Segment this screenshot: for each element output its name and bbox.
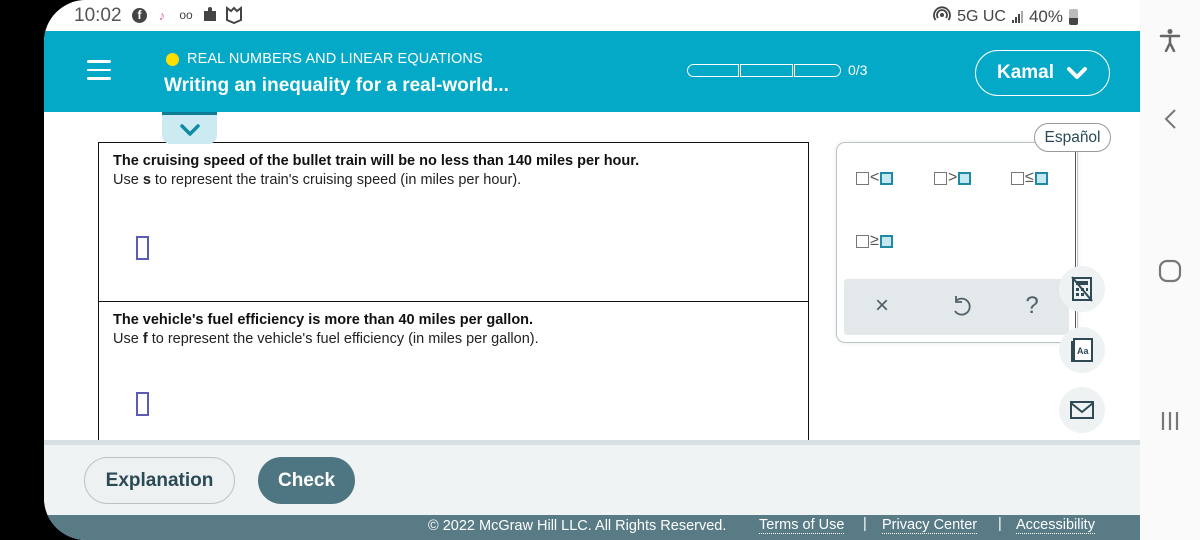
tiktok-icon: ♪ — [158, 7, 166, 23]
back-icon[interactable] — [1154, 103, 1186, 135]
recent-apps-icon[interactable] — [1154, 405, 1186, 437]
mail-icon — [1070, 401, 1094, 419]
privacy-center-link[interactable]: Privacy Center — [882, 517, 978, 534]
dictionary-button[interactable]: Aa — [1059, 327, 1105, 373]
clear-icon[interactable]: × — [866, 290, 898, 322]
check-button[interactable]: Check — [258, 457, 355, 504]
app-window: 10:02 f ♪ oo 5G UC 40% REAL NUMBERS AND … — [44, 0, 1140, 540]
hamburger-menu-icon[interactable] — [87, 60, 111, 80]
topic-label: REAL NUMBERS AND LINEAR EQUATIONS — [166, 51, 483, 67]
android-nav-bar — [1140, 0, 1200, 540]
progress-count: 0/3 — [848, 62, 868, 78]
footer-separator: | — [998, 516, 1002, 532]
calculator-icon — [1071, 276, 1093, 302]
keypad-action-bar: × ? — [844, 279, 1069, 335]
chevron-down-icon — [179, 123, 200, 136]
system-status: 5G UC 40% — [933, 5, 1078, 28]
puzzle-icon — [201, 6, 219, 24]
key-greater-than[interactable]: > — [934, 169, 972, 187]
notification-icons: f ♪ oo — [132, 6, 243, 24]
variable-name: s — [142, 172, 151, 188]
accessibility-link[interactable]: Accessibility — [1016, 517, 1095, 534]
key-operator: < — [870, 169, 880, 186]
user-name: Kamal — [996, 62, 1055, 83]
chevron-down-icon — [1067, 67, 1088, 79]
shield-m-icon — [225, 6, 243, 24]
progress-segment — [794, 63, 841, 77]
signal-icon — [1011, 10, 1023, 23]
key-operator: > — [948, 169, 958, 186]
problem-hint: Use f to represent the vehicle's fuel ef… — [113, 331, 539, 347]
copyright-text: © 2022 McGraw Hill LLC. All Rights Reser… — [428, 518, 727, 534]
status-bar: 10:02 f ♪ oo 5G UC 40% — [44, 0, 1140, 31]
dictionary-icon: Aa — [1071, 338, 1093, 362]
topic-status-dot — [166, 52, 179, 66]
header: REAL NUMBERS AND LINEAR EQUATIONS Writin… — [44, 31, 1140, 112]
footer-separator: | — [863, 516, 867, 532]
terms-of-use-link[interactable]: Terms of Use — [759, 517, 845, 534]
user-menu-button[interactable]: Kamal — [975, 50, 1110, 96]
collapse-header-button[interactable] — [162, 112, 217, 144]
accessibility-icon[interactable] — [1154, 24, 1186, 56]
explanation-button[interactable]: Explanation — [84, 457, 235, 504]
answer-input[interactable] — [136, 236, 149, 260]
problem-hint: Use s to represent the train's cruising … — [113, 172, 521, 188]
math-keypad: < > ≤ ≥ × ? — [836, 142, 1078, 343]
lesson-title: Writing an inequality for a real-world..… — [164, 75, 509, 96]
svg-text:Aa: Aa — [1077, 346, 1089, 356]
hotspot-icon — [933, 5, 951, 28]
topic-text: REAL NUMBERS AND LINEAR EQUATIONS — [187, 51, 483, 67]
answer-input[interactable] — [136, 392, 149, 416]
voicemail-icon: oo — [179, 8, 193, 22]
key-operator: ≤ — [1025, 169, 1034, 186]
hint-prefix: Use — [113, 331, 143, 347]
key-operator: ≥ — [870, 232, 879, 249]
phone-screen: 10:02 f ♪ oo 5G UC 40% REAL NUMBERS AND … — [0, 0, 1200, 540]
problem-card: The cruising speed of the bullet train w… — [98, 142, 809, 303]
language-toggle-button[interactable]: Español — [1034, 123, 1111, 152]
calculator-button[interactable] — [1059, 266, 1105, 312]
problem-statement: The vehicle's fuel efficiency is more th… — [113, 312, 534, 328]
action-bar: Explanation Check — [44, 445, 1140, 515]
facebook-icon: f — [132, 7, 147, 23]
hint-suffix: to represent the vehicle's fuel efficien… — [147, 331, 539, 347]
clock: 10:02 — [74, 5, 122, 26]
battery-level: 40% — [1028, 6, 1063, 26]
key-less-or-equal[interactable]: ≤ — [1011, 169, 1048, 187]
footer: © 2022 McGraw Hill LLC. All Rights Reser… — [44, 515, 1140, 540]
key-greater-or-equal[interactable]: ≥ — [856, 232, 893, 250]
hint-prefix: Use — [113, 172, 143, 188]
key-less-than[interactable]: < — [856, 169, 894, 187]
mail-button[interactable] — [1059, 387, 1105, 433]
hint-suffix: to represent the train's cruising speed … — [150, 172, 522, 188]
problem-card: The vehicle's fuel efficiency is more th… — [98, 301, 809, 451]
progress-segment — [740, 63, 793, 77]
network-type: 5G UC — [957, 7, 1006, 25]
problem-statement: The cruising speed of the bullet train w… — [113, 153, 640, 169]
home-icon[interactable] — [1154, 255, 1186, 287]
progress-indicator: 0/3 — [687, 62, 867, 78]
help-icon[interactable]: ? — [1016, 290, 1048, 322]
undo-icon[interactable] — [945, 290, 977, 322]
battery-icon — [1069, 8, 1078, 25]
progress-segment — [687, 63, 739, 77]
